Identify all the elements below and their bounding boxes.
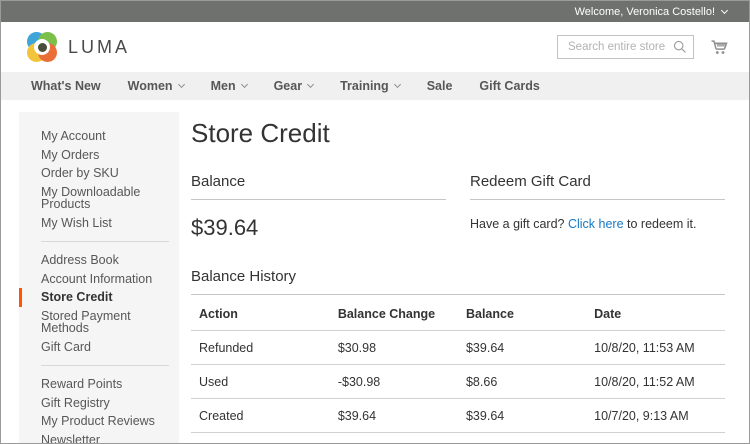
balance-history-section: Balance History Action Balance Change Ba… — [191, 268, 725, 433]
balance-history-table: Action Balance Change Balance Date Refun… — [191, 296, 725, 433]
balance-section: Balance $39.64 — [191, 173, 446, 241]
cell-balance-change: -$30.98 — [329, 364, 458, 399]
sidebar-item-address-book[interactable]: Address Book — [19, 251, 179, 270]
redeem-text: Have a gift card? Click here to redeem i… — [470, 217, 725, 231]
redeem-text-before: Have a gift card? — [470, 217, 568, 231]
chevron-down-icon — [307, 80, 315, 89]
sidebar-item-my-downloadable-products[interactable]: My Downloadable Products — [19, 183, 179, 214]
nav-item-gear[interactable]: Gear — [273, 79, 315, 93]
table-row: Created $39.64 $39.64 10/7/20, 9:13 AM — [191, 398, 725, 433]
column-header-date: Date — [586, 296, 725, 331]
cell-action: Used — [191, 364, 330, 399]
redeem-click-here-link[interactable]: Click here — [568, 217, 624, 231]
nav-label: Gift Cards — [479, 79, 540, 93]
cell-balance: $39.64 — [457, 398, 587, 433]
sidebar-item-reward-points[interactable]: Reward Points — [19, 375, 179, 394]
main-area: Store Credit Balance $39.64 Redeem Gift … — [191, 112, 725, 433]
balance-history-heading: Balance History — [191, 268, 725, 295]
table-header-row: Action Balance Change Balance Date — [191, 296, 725, 331]
redeem-section: Redeem Gift Card Have a gift card? Click… — [470, 173, 725, 241]
sidebar-item-order-by-sku[interactable]: Order by SKU — [19, 164, 179, 183]
nav-label: Women — [127, 79, 173, 93]
nav-item-women[interactable]: Women — [127, 79, 185, 93]
top-panel: Welcome, Veronica Costello! — [1, 1, 749, 22]
nav-item-men[interactable]: Men — [210, 79, 248, 93]
account-sidebar: My Account My Orders Order by SKU My Dow… — [19, 112, 179, 443]
luma-logo[interactable]: LUMA — [27, 32, 130, 62]
chevron-down-icon — [177, 80, 185, 89]
table-row: Used -$30.98 $8.66 10/8/20, 11:52 AM — [191, 364, 725, 399]
nav-label: Gear — [273, 79, 303, 93]
search-box — [557, 35, 694, 59]
cart-icon[interactable] — [709, 37, 729, 57]
sidebar-item-gift-registry[interactable]: Gift Registry — [19, 394, 179, 413]
table-row: Refunded $30.98 $39.64 10/8/20, 11:53 AM — [191, 330, 725, 365]
welcome-text: Welcome, Veronica Costello! — [574, 5, 715, 18]
main-navigation: What's New Women Men Gear Training Sale … — [1, 72, 749, 100]
sidebar-divider — [41, 241, 169, 242]
cell-balance: $39.64 — [457, 330, 587, 365]
redeem-text-after: to redeem it. — [623, 217, 697, 231]
nav-label: What's New — [31, 79, 101, 93]
sidebar-item-gift-card[interactable]: Gift Card — [19, 338, 179, 357]
sidebar-item-store-credit[interactable]: Store Credit — [19, 288, 179, 307]
cell-balance-change: $39.64 — [329, 398, 458, 433]
sidebar-item-newsletter-subscriptions[interactable]: Newsletter Subscriptions — [19, 431, 179, 443]
luma-logo-text: LUMA — [68, 36, 131, 57]
welcome-menu[interactable]: Welcome, Veronica Costello! — [574, 5, 729, 18]
nav-item-whats-new[interactable]: What's New — [31, 79, 101, 93]
cell-date: 10/8/20, 11:53 AM — [586, 330, 725, 365]
credit-columns: Balance $39.64 Redeem Gift Card Have a g… — [191, 173, 725, 241]
luma-logo-icon — [27, 32, 57, 62]
balance-amount: $39.64 — [191, 215, 259, 240]
browser-page: Welcome, Veronica Costello! LUMA Search … — [0, 0, 750, 444]
sidebar-item-my-product-reviews[interactable]: My Product Reviews — [19, 412, 179, 431]
cell-date: 10/7/20, 9:13 AM — [586, 398, 725, 433]
cell-action: Created — [191, 398, 330, 433]
sidebar-item-my-wish-list[interactable]: My Wish List — [19, 214, 179, 233]
chevron-down-icon — [240, 80, 248, 89]
column-header-balance-change: Balance Change — [329, 296, 458, 331]
header-actions — [557, 35, 729, 59]
cell-balance-change: $30.98 — [329, 330, 458, 365]
chevron-down-icon — [720, 6, 729, 14]
nav-item-gift-cards[interactable]: Gift Cards — [479, 79, 539, 93]
nav-label: Training — [340, 79, 389, 93]
column-header-action: Action — [191, 296, 330, 331]
nav-label: Men — [210, 79, 236, 93]
sidebar-divider — [41, 365, 169, 366]
page-title: Store Credit — [191, 118, 330, 148]
cell-action: Refunded — [191, 330, 330, 365]
nav-item-sale[interactable]: Sale — [427, 79, 453, 93]
column-header-balance: Balance — [457, 296, 587, 331]
search-icon[interactable] — [673, 40, 687, 54]
page-header: LUMA — [1, 22, 749, 72]
chevron-down-icon — [393, 80, 401, 89]
nav-label: Sale — [426, 79, 453, 93]
sidebar-item-my-orders[interactable]: My Orders — [19, 146, 179, 165]
sidebar-item-stored-payment-methods[interactable]: Stored Payment Methods — [19, 307, 179, 338]
redeem-heading: Redeem Gift Card — [470, 173, 725, 200]
sidebar-item-account-information[interactable]: Account Information — [19, 270, 179, 289]
balance-heading: Balance — [191, 173, 446, 200]
cell-date: 10/8/20, 11:52 AM — [586, 364, 725, 399]
cell-balance: $8.66 — [457, 364, 587, 399]
sidebar-item-my-account[interactable]: My Account — [19, 127, 179, 146]
nav-item-training[interactable]: Training — [340, 79, 401, 93]
page-content: My Account My Orders Order by SKU My Dow… — [1, 100, 749, 443]
